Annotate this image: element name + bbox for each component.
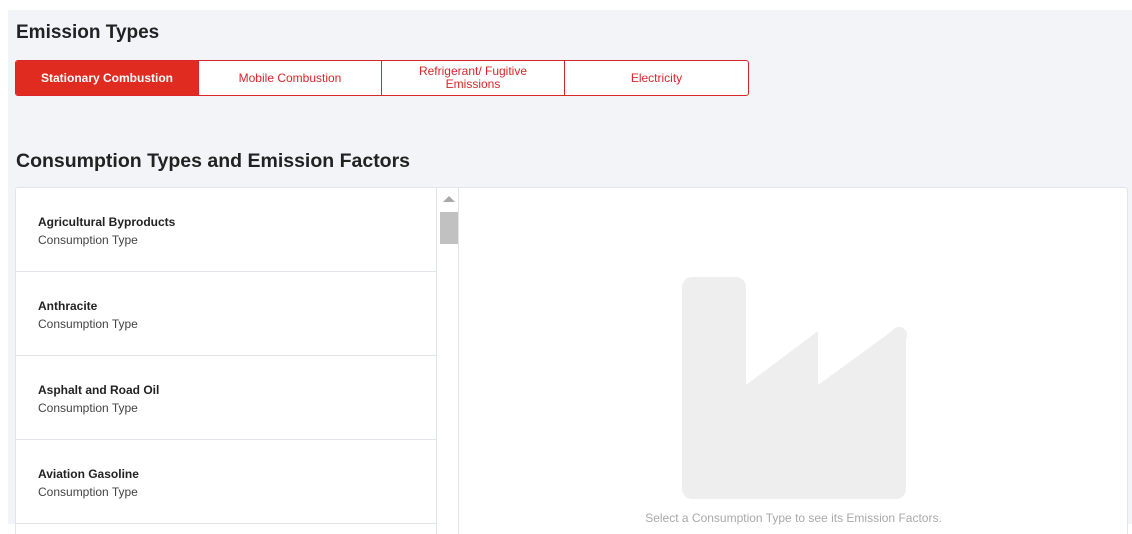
consumption-type-subtitle: Consumption Type <box>38 401 138 415</box>
empty-state-message: Select a Consumption Type to see its Emi… <box>645 511 942 525</box>
list-item[interactable]: Agricultural Byproducts Consumption Type <box>16 188 436 272</box>
consumption-type-name: Asphalt and Road Oil <box>38 383 160 397</box>
tab-stationary-combustion[interactable]: Stationary Combustion <box>16 61 199 95</box>
emission-factors-detail: Select a Consumption Type to see its Emi… <box>460 188 1127 534</box>
emission-type-tabs: Stationary Combustion Mobile Combustion … <box>15 60 749 96</box>
list-item[interactable]: Aviation Gasoline Consumption Type <box>16 440 436 524</box>
consumption-type-subtitle: Consumption Type <box>38 317 138 331</box>
consumption-type-name: Aviation Gasoline <box>38 467 139 481</box>
factory-icon <box>682 277 908 499</box>
consumption-types-title: Consumption Types and Emission Factors <box>16 150 411 172</box>
consumption-type-name: Agricultural Byproducts <box>38 215 176 229</box>
list-item[interactable]: Anthracite Consumption Type <box>16 272 436 356</box>
consumption-type-subtitle: Consumption Type <box>38 485 138 499</box>
scroll-up-arrow-icon[interactable] <box>443 196 455 202</box>
emission-types-title: Emission Types <box>16 22 160 43</box>
consumption-type-name: Anthracite <box>38 299 98 313</box>
consumption-type-subtitle: Consumption Type <box>38 233 138 247</box>
page: Emission Types Stationary Combustion Mob… <box>8 10 1132 534</box>
tab-refrigerant-fugitive-emissions[interactable]: Refrigerant/ Fugitive Emissions <box>382 61 565 95</box>
list-item[interactable]: Asphalt and Road Oil Consumption Type <box>16 356 436 440</box>
tab-mobile-combustion[interactable]: Mobile Combustion <box>199 61 382 95</box>
scrollbar-thumb[interactable] <box>440 212 458 244</box>
tab-electricity[interactable]: Electricity <box>565 61 748 95</box>
list-scrollbar[interactable] <box>439 188 459 534</box>
consumption-type-list: Agricultural Byproducts Consumption Type… <box>16 188 437 534</box>
consumption-panel: Agricultural Byproducts Consumption Type… <box>15 187 1128 534</box>
